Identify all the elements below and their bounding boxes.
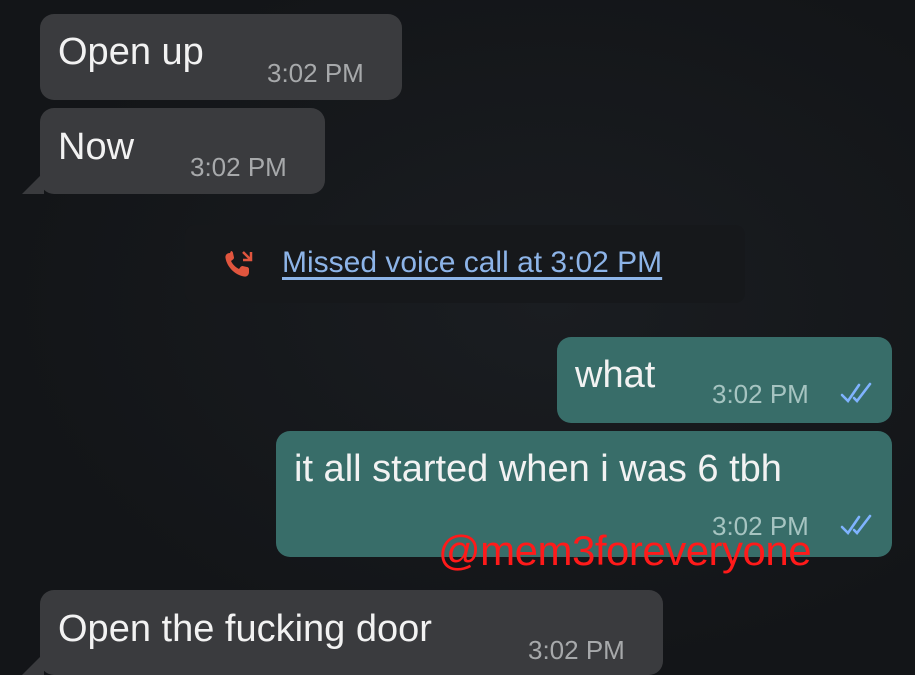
message-bubble-outgoing[interactable]: what 3:02 PM [557,337,892,423]
bubble-tail [22,172,44,194]
message-text: Now [58,126,135,168]
message-bubble-incoming[interactable]: Now 3:02 PM [40,108,325,194]
chat-view: Open up 3:02 PM Now 3:02 PM Missed voice… [0,0,915,675]
read-ticks-icon [840,514,872,536]
message-time: 3:02 PM [190,152,287,182]
message-text: what [575,354,656,396]
message-text: it all started when i was 6 tbh [294,448,782,490]
message-time: 3:02 PM [267,58,364,88]
message-bubble-incoming[interactable]: Open the fucking door 3:02 PM [40,590,663,675]
bubble-tail [22,653,44,675]
watermark-text: @mem3foreveryone [438,527,812,574]
message-text: Open up [58,31,204,73]
message-bubble-incoming[interactable]: Open up 3:02 PM [40,14,402,100]
missed-call-link[interactable]: Missed voice call at 3:02 PM [282,246,662,280]
message-text: Open the fucking door [58,608,432,650]
message-time: 3:02 PM [712,379,809,409]
message-time: 3:02 PM [528,635,625,665]
missed-call-icon [225,251,253,277]
missed-call-notice[interactable]: Missed voice call at 3:02 PM [185,225,745,303]
read-ticks-icon [840,382,872,404]
